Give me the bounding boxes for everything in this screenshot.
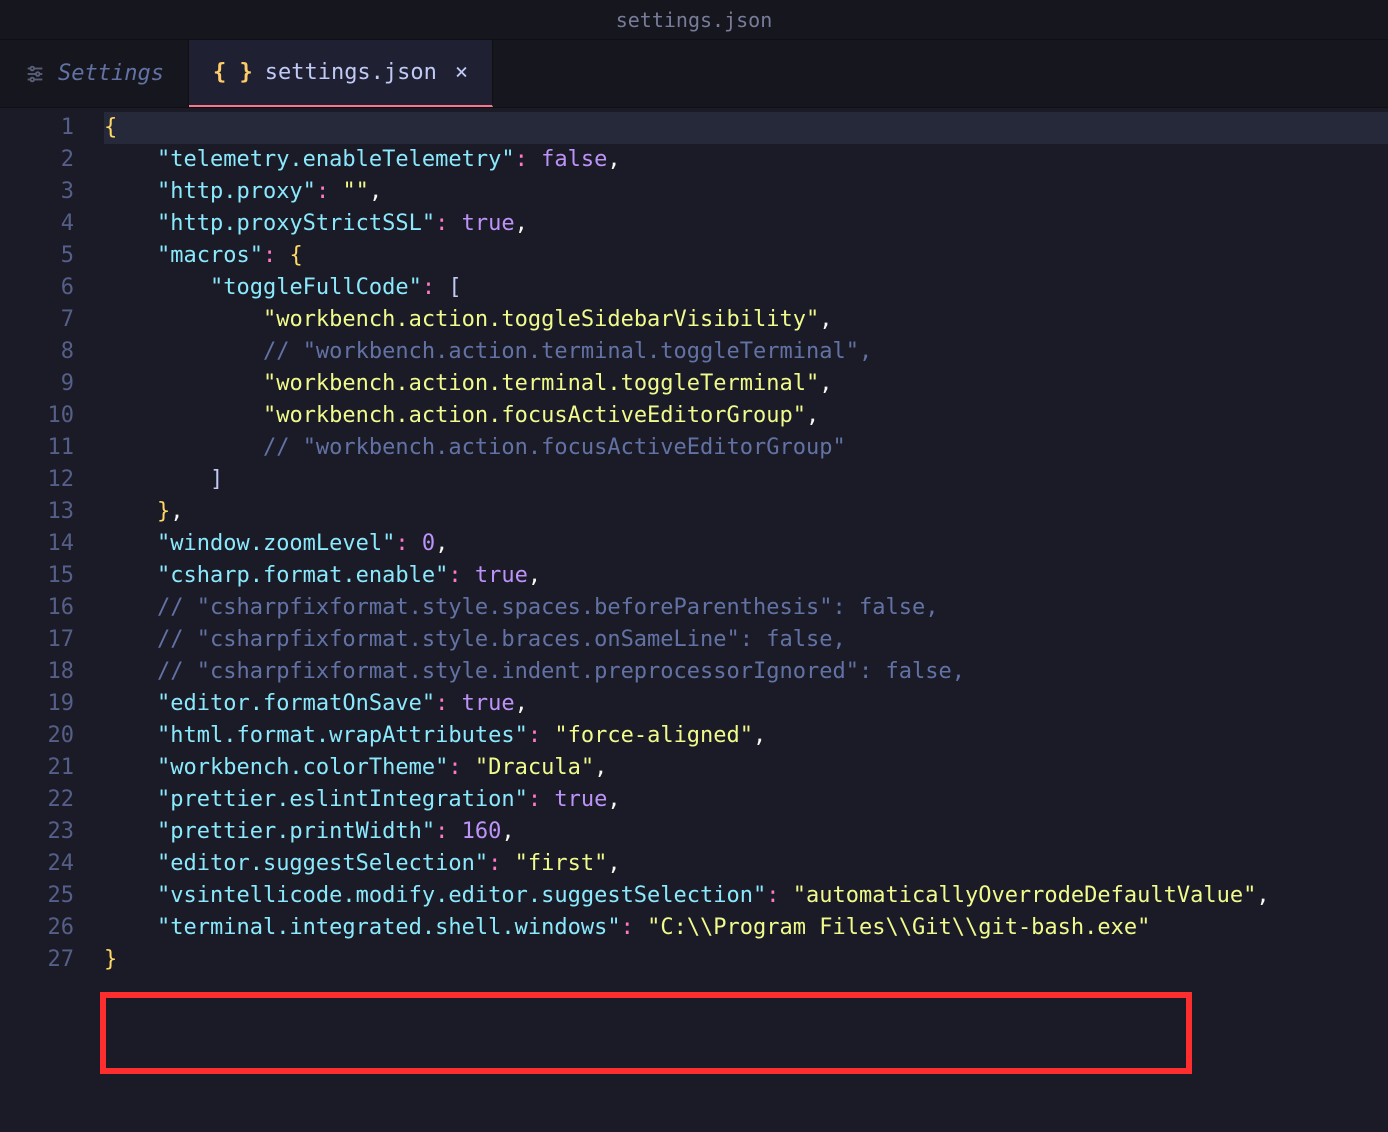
tab-settings[interactable]: Settings <box>0 40 189 107</box>
line-number: 24 <box>0 848 74 880</box>
line-number: 3 <box>0 176 74 208</box>
code-line[interactable]: "workbench.action.focusActiveEditorGroup… <box>104 400 1388 432</box>
line-number: 1 <box>0 112 74 144</box>
code-line[interactable]: "prettier.eslintIntegration": true, <box>104 784 1388 816</box>
line-number: 19 <box>0 688 74 720</box>
line-number: 7 <box>0 304 74 336</box>
code-line[interactable]: "editor.suggestSelection": "first", <box>104 848 1388 880</box>
code-line[interactable]: "workbench.action.toggleSidebarVisibilit… <box>104 304 1388 336</box>
line-number: 4 <box>0 208 74 240</box>
code-line[interactable]: ] <box>104 464 1388 496</box>
code-content[interactable]: { "telemetry.enableTelemetry": false, "h… <box>104 112 1388 976</box>
code-line[interactable]: } <box>104 944 1388 976</box>
code-line[interactable]: "prettier.printWidth": 160, <box>104 816 1388 848</box>
line-number: 26 <box>0 912 74 944</box>
line-number: 2 <box>0 144 74 176</box>
line-number: 6 <box>0 272 74 304</box>
code-line[interactable]: "workbench.colorTheme": "Dracula", <box>104 752 1388 784</box>
line-number: 21 <box>0 752 74 784</box>
tab-settings-json-label: settings.json <box>265 60 437 85</box>
line-number-gutter: 1234567891011121314151617181920212223242… <box>0 112 104 976</box>
line-number: 8 <box>0 336 74 368</box>
close-icon[interactable]: × <box>455 60 468 85</box>
line-number: 10 <box>0 400 74 432</box>
tab-settings-json[interactable]: { } settings.json × <box>189 40 493 107</box>
line-number: 18 <box>0 656 74 688</box>
window-title: settings.json <box>616 8 773 32</box>
code-line[interactable]: "telemetry.enableTelemetry": false, <box>104 144 1388 176</box>
line-number: 20 <box>0 720 74 752</box>
window-titlebar: settings.json <box>0 0 1388 40</box>
code-line[interactable]: "toggleFullCode": [ <box>104 272 1388 304</box>
code-line[interactable]: "workbench.action.terminal.toggleTermina… <box>104 368 1388 400</box>
annotation-highlight-box <box>100 992 1192 1074</box>
tab-settings-label: Settings <box>58 61 164 86</box>
code-line[interactable]: "html.format.wrapAttributes": "force-ali… <box>104 720 1388 752</box>
code-line[interactable]: // "csharpfixformat.style.spaces.beforeP… <box>104 592 1388 624</box>
line-number: 9 <box>0 368 74 400</box>
line-number: 16 <box>0 592 74 624</box>
json-icon: { } <box>213 60 253 85</box>
line-number: 14 <box>0 528 74 560</box>
code-line[interactable]: "terminal.integrated.shell.windows": "C:… <box>104 912 1388 944</box>
code-line[interactable]: "window.zoomLevel": 0, <box>104 528 1388 560</box>
code-line[interactable]: { <box>104 112 1388 144</box>
code-line[interactable]: // "workbench.action.terminal.toggleTerm… <box>104 336 1388 368</box>
line-number: 22 <box>0 784 74 816</box>
code-line[interactable]: // "workbench.action.focusActiveEditorGr… <box>104 432 1388 464</box>
line-number: 13 <box>0 496 74 528</box>
code-line[interactable]: // "csharpfixformat.style.braces.onSameL… <box>104 624 1388 656</box>
line-number: 15 <box>0 560 74 592</box>
code-line[interactable]: "http.proxy": "", <box>104 176 1388 208</box>
settings-icon <box>24 63 46 85</box>
line-number: 25 <box>0 880 74 912</box>
code-line[interactable]: "vsintellicode.modify.editor.suggestSele… <box>104 880 1388 912</box>
editor-tabs: Settings { } settings.json × <box>0 40 1388 108</box>
code-line[interactable]: "macros": { <box>104 240 1388 272</box>
line-number: 27 <box>0 944 74 976</box>
code-line[interactable]: "csharp.format.enable": true, <box>104 560 1388 592</box>
code-line[interactable]: // "csharpfixformat.style.indent.preproc… <box>104 656 1388 688</box>
line-number: 5 <box>0 240 74 272</box>
line-number: 11 <box>0 432 74 464</box>
line-number: 17 <box>0 624 74 656</box>
code-line[interactable]: "http.proxyStrictSSL": true, <box>104 208 1388 240</box>
code-line[interactable]: }, <box>104 496 1388 528</box>
line-number: 12 <box>0 464 74 496</box>
code-line[interactable]: "editor.formatOnSave": true, <box>104 688 1388 720</box>
editor-area[interactable]: 1234567891011121314151617181920212223242… <box>0 108 1388 976</box>
line-number: 23 <box>0 816 74 848</box>
